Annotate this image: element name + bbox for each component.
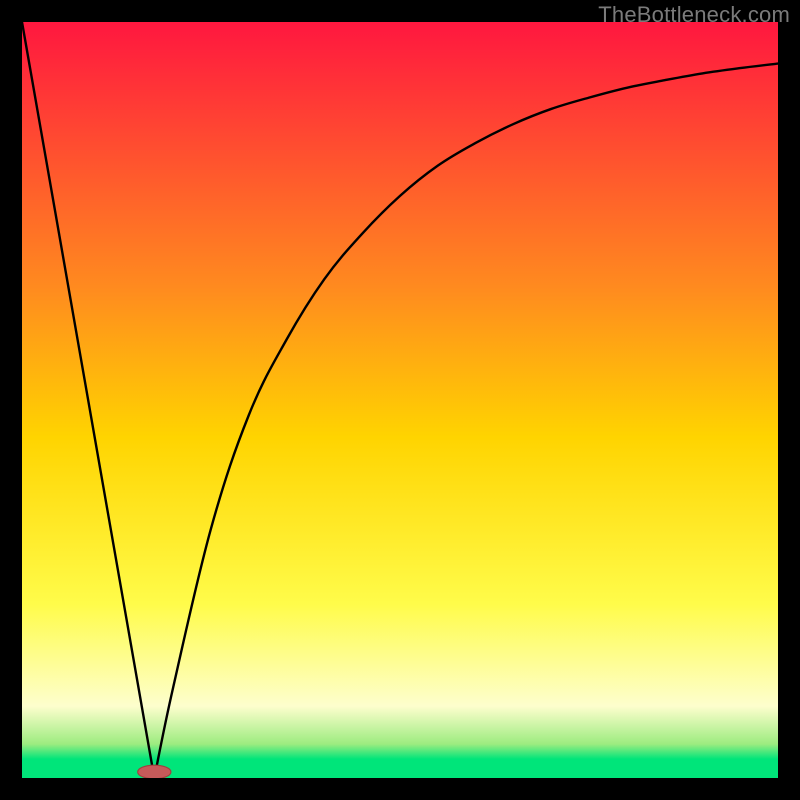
minimum-marker <box>138 765 171 778</box>
bottleneck-chart <box>22 22 778 778</box>
watermark-text: TheBottleneck.com <box>598 2 790 28</box>
plot-area <box>22 22 778 778</box>
chart-frame: TheBottleneck.com <box>0 0 800 800</box>
